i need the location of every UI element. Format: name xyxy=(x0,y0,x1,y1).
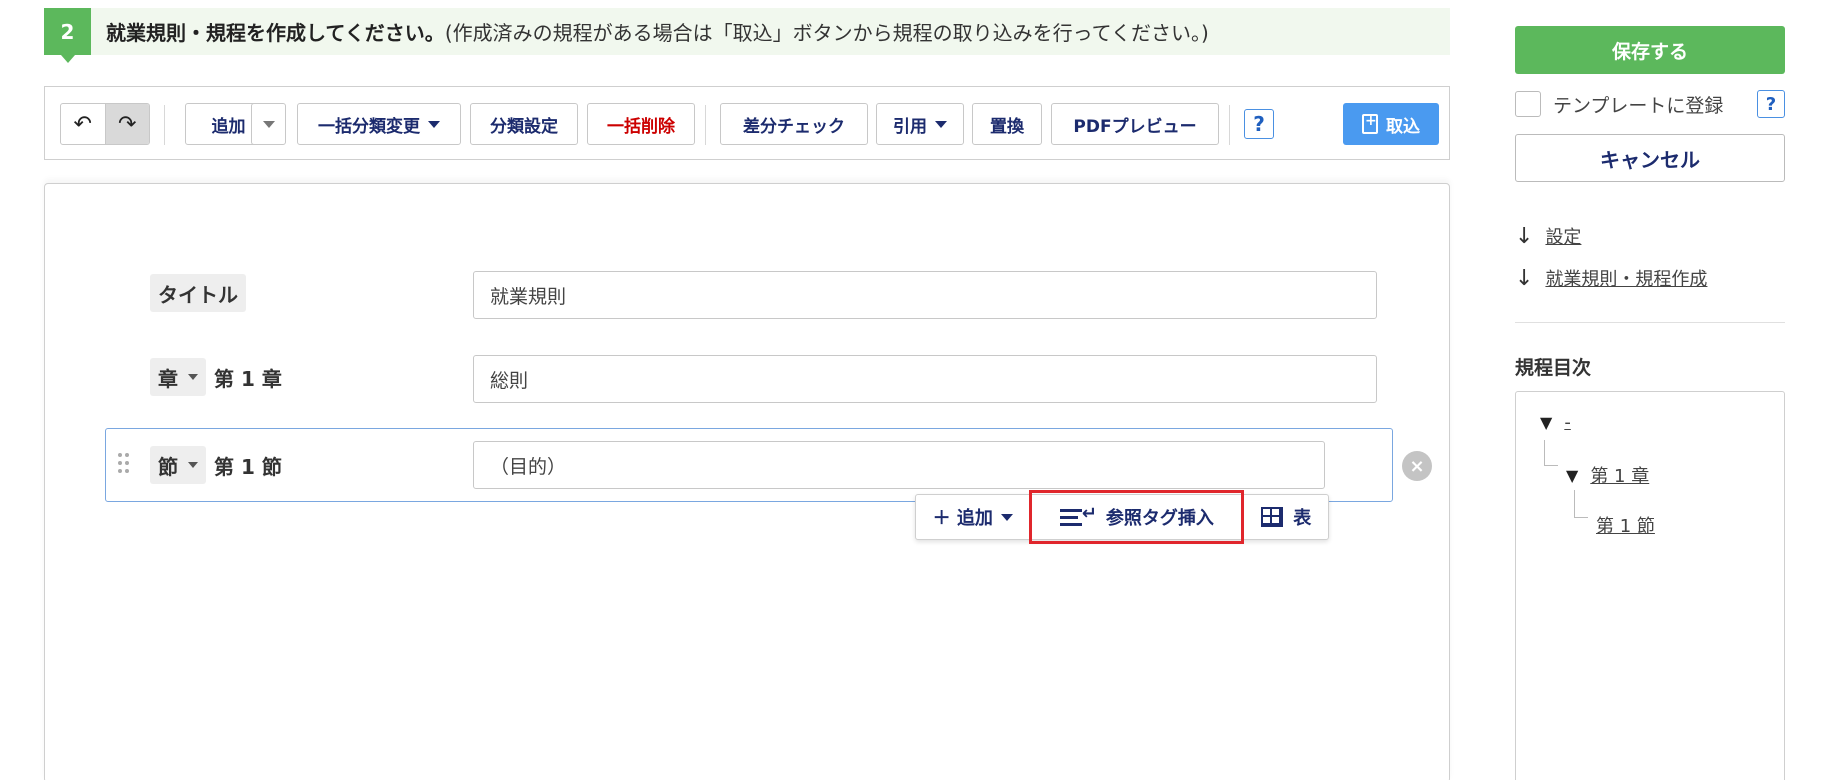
chapter-type-label: 章 xyxy=(158,366,178,391)
jump-rules-label: 就業規則・規程作成 xyxy=(1545,269,1708,290)
chevron-down-icon xyxy=(188,462,198,468)
jump-rules-link[interactable]: ↓ 就業規則・規程作成 xyxy=(1515,265,1707,291)
diff-check-label: 差分チェック xyxy=(743,116,845,137)
rule-editor: タイトル 就業規則 章 第 1 章 総則 節 第 1 節 （目的） × ＋ 追加… xyxy=(44,183,1450,780)
insert-table-button[interactable]: 表 xyxy=(1244,495,1328,539)
insert-ref-icon: ↵ xyxy=(1059,503,1097,527)
import-label: 取込 xyxy=(1386,116,1420,137)
import-file-icon xyxy=(1362,113,1378,134)
section-type-label: 節 xyxy=(158,454,178,479)
insert-table-label: 表 xyxy=(1293,508,1312,529)
undo-button[interactable]: ↶ xyxy=(61,104,105,144)
add-dropdown-button[interactable] xyxy=(251,103,286,145)
bulk-delete-label: 一括削除 xyxy=(607,116,675,137)
toc-tree-line xyxy=(1544,440,1558,466)
pdf-preview-button[interactable]: PDFプレビュー xyxy=(1051,103,1219,145)
step-instruction: 就業規則・規程を作成してください。(作成済みの規程がある場合は「取込」ボタンから… xyxy=(106,17,1209,46)
section-number: 第 1 節 xyxy=(214,454,282,479)
step-header: 2 就業規則・規程を作成してください。(作成済みの規程がある場合は「取込」ボタン… xyxy=(44,8,1450,63)
drag-handle-icon[interactable] xyxy=(118,453,130,475)
replace-button[interactable]: 置換 xyxy=(972,103,1042,145)
title-input[interactable]: 就業規則 xyxy=(473,271,1377,319)
undo-redo-group: ↶ ↷ xyxy=(60,103,150,145)
toc-root-label: - xyxy=(1564,412,1571,433)
category-settings-button[interactable]: 分類設定 xyxy=(470,103,578,145)
section-row-label: 節 第 1 節 xyxy=(150,446,282,484)
chapter-type-select[interactable]: 章 xyxy=(150,358,206,396)
title-tag: タイトル xyxy=(150,274,246,312)
toc-title: 規程目次 xyxy=(1515,357,1592,379)
chapter-input[interactable]: 総則 xyxy=(473,355,1377,403)
close-icon[interactable]: × xyxy=(1402,451,1432,481)
chevron-down-icon xyxy=(935,120,947,128)
toc-chapter-item[interactable]: ▼ 第 1 章 xyxy=(1566,462,1649,488)
help-button[interactable]: ? xyxy=(1244,109,1274,139)
template-help-button[interactable]: ? xyxy=(1757,90,1785,118)
arrow-down-icon: ↓ xyxy=(1515,265,1534,291)
chevron-down-icon xyxy=(262,120,275,128)
insert-ref-tag-button[interactable]: ↵ 参照タグ挿入 xyxy=(1029,490,1245,544)
chevron-down-icon xyxy=(188,374,198,380)
template-label: テンプレートに登録 xyxy=(1553,94,1724,117)
collapse-triangle-icon[interactable]: ▼ xyxy=(1566,466,1578,485)
toc-section-label: 第 1 節 xyxy=(1596,516,1655,537)
jump-settings-link[interactable]: ↓ 設定 xyxy=(1515,223,1581,249)
import-button[interactable]: 取込 xyxy=(1343,103,1439,145)
template-checkbox[interactable] xyxy=(1515,91,1541,117)
chapter-number: 第 1 章 xyxy=(214,366,282,391)
section-input[interactable]: （目的） xyxy=(473,441,1325,489)
title-row-label: タイトル xyxy=(150,274,246,312)
editor-toolbar: ↶ ↷ 追加 一括分類変更 分類設定 一括削除 差分チェック 引用 置換 PDF… xyxy=(44,86,1450,160)
row-add-button[interactable]: ＋ 追加 xyxy=(916,495,1029,539)
collapse-triangle-icon[interactable]: ▼ xyxy=(1540,413,1552,432)
chevron-down-icon xyxy=(428,120,440,128)
toc-root-item[interactable]: ▼ - xyxy=(1540,412,1571,433)
insert-ref-tag-label: 参照タグ挿入 xyxy=(1105,508,1214,529)
toc-tree-line xyxy=(1574,490,1588,518)
quote-button[interactable]: 引用 xyxy=(876,103,964,145)
bulk-delete-button[interactable]: 一括削除 xyxy=(587,103,695,145)
step-title: 就業規則・規程を作成してください。 xyxy=(106,21,445,45)
bulk-category-label: 一括分類変更 xyxy=(318,116,420,137)
toolbar-divider xyxy=(1229,105,1230,145)
diff-check-button[interactable]: 差分チェック xyxy=(720,103,868,145)
toc-section-item[interactable]: 第 1 節 xyxy=(1596,512,1655,538)
cancel-button[interactable]: キャンセル xyxy=(1515,134,1785,182)
jump-settings-label: 設定 xyxy=(1545,227,1582,248)
step-note: (作成済みの規程がある場合は「取込」ボタンから規程の取り込みを行ってください。) xyxy=(444,21,1209,45)
chevron-down-icon xyxy=(1000,513,1013,521)
row-add-label: ＋ 追加 xyxy=(932,508,993,529)
row-action-bar: ＋ 追加 ↵ 参照タグ挿入 表 xyxy=(915,490,1329,544)
chapter-row-label: 章 第 1 章 xyxy=(150,358,282,396)
toc-panel: ▼ - ▼ 第 1 章 第 1 節 xyxy=(1515,391,1785,780)
pdf-preview-label: PDFプレビュー xyxy=(1073,116,1197,137)
toolbar-divider xyxy=(705,105,706,145)
section-type-select[interactable]: 節 xyxy=(150,446,206,484)
template-register-row: テンプレートに登録 ? xyxy=(1515,89,1785,119)
sidebar-divider xyxy=(1515,322,1785,323)
save-button[interactable]: 保存する xyxy=(1515,26,1785,74)
arrow-down-icon: ↓ xyxy=(1515,223,1534,249)
table-icon xyxy=(1261,507,1284,527)
add-button-label: 追加 xyxy=(211,116,246,137)
category-settings-label: 分類設定 xyxy=(490,116,558,137)
bulk-category-button[interactable]: 一括分類変更 xyxy=(297,103,461,145)
quote-label: 引用 xyxy=(893,116,927,137)
toolbar-divider xyxy=(164,105,165,145)
redo-button[interactable]: ↷ xyxy=(104,104,149,144)
toc-chapter-label: 第 1 章 xyxy=(1590,466,1650,487)
replace-label: 置換 xyxy=(990,116,1024,137)
step-number: 2 xyxy=(44,8,91,63)
